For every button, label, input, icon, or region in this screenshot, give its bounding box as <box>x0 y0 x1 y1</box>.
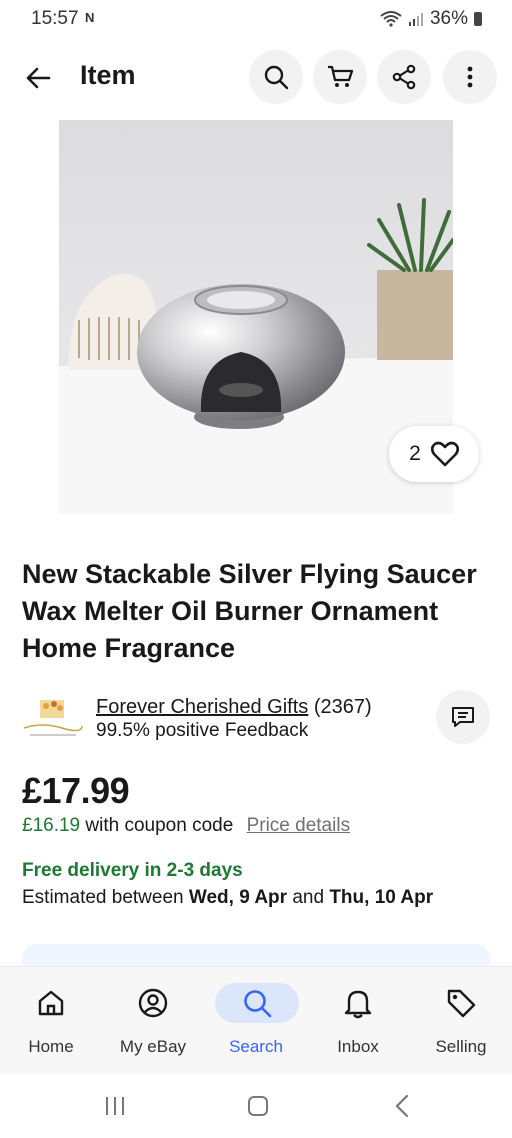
nav-label: Inbox <box>337 1037 379 1056</box>
tag-icon <box>431 983 491 1023</box>
seller-name-link[interactable]: Forever Cherished Gifts <box>96 696 308 718</box>
share-icon <box>392 64 416 90</box>
back-button[interactable] <box>18 58 58 98</box>
system-nav-bar <box>0 1074 512 1138</box>
back-arrow-icon <box>26 67 51 89</box>
home-square-icon <box>248 1096 268 1116</box>
nav-label: My eBay <box>119 1037 187 1056</box>
price-details-link[interactable]: Price details <box>247 815 351 836</box>
home-system-button[interactable] <box>238 1092 278 1120</box>
seller-info[interactable]: Forever Cherished Gifts (2367) 99.5% pos… <box>22 690 492 750</box>
bottom-nav: Home My eBay Search Inbox Selling <box>0 966 512 1075</box>
nav-home[interactable]: Home <box>0 967 102 1075</box>
bell-icon <box>328 983 388 1023</box>
listing-title: New Stackable Silver Flying Saucer Wax M… <box>22 559 477 663</box>
nav-label: Selling <box>435 1037 487 1056</box>
user-icon <box>123 983 183 1023</box>
coupon-price: £16.19 <box>22 815 81 836</box>
coupon-row: £16.19 with coupon code Price details <box>22 815 350 837</box>
estimate-date-from: Wed, 9 Apr <box>188 887 288 908</box>
chevron-left-icon <box>395 1094 409 1118</box>
delivery-estimate: Estimated between Wed, 9 Apr and Thu, 10… <box>22 887 433 909</box>
search-icon <box>215 983 299 1023</box>
notification-icon: N <box>85 10 95 25</box>
recent-apps-button[interactable] <box>95 1092 135 1120</box>
watch-button[interactable]: 2 <box>389 426 479 482</box>
estimate-prefix: Estimated between <box>22 887 184 908</box>
status-right: 36% <box>380 8 482 30</box>
search-icon <box>264 65 289 90</box>
search-button[interactable] <box>249 50 303 104</box>
app-bar: Item <box>0 48 512 106</box>
message-icon <box>452 707 474 727</box>
cart-button[interactable] <box>313 50 367 104</box>
nav-my-ebay[interactable]: My eBay <box>102 967 204 1075</box>
seller-name-row: Forever Cherished Gifts (2367) <box>96 696 372 719</box>
delivery-headline: Free delivery in 2-3 days <box>22 860 243 881</box>
home-icon <box>21 983 81 1023</box>
nav-label: Home <box>28 1037 74 1056</box>
status-time: 15:57 <box>31 8 79 29</box>
status-bar: 15:57 N 36% <box>0 0 512 40</box>
share-button[interactable] <box>377 50 431 104</box>
wifi-icon <box>380 11 402 27</box>
heart-icon <box>430 441 459 467</box>
battery-icon <box>474 12 482 26</box>
estimate-and: and <box>292 887 325 908</box>
watch-count: 2 <box>409 442 421 465</box>
nav-search[interactable]: Search <box>205 967 307 1075</box>
coupon-text: with coupon code <box>85 815 234 836</box>
seller-feedback-count: (2367) <box>313 696 372 718</box>
nav-label: Search <box>229 1037 283 1056</box>
battery-text: 36% <box>429 8 468 29</box>
page-title: Item <box>80 60 136 90</box>
seller-feedback: 99.5% positive Feedback <box>96 720 309 741</box>
contact-seller-button[interactable] <box>436 690 490 744</box>
seller-logo <box>22 698 84 740</box>
back-system-button[interactable] <box>382 1092 422 1120</box>
nav-selling[interactable]: Selling <box>410 967 512 1075</box>
more-button[interactable] <box>443 50 497 104</box>
nav-inbox[interactable]: Inbox <box>307 967 409 1075</box>
recent-apps-icon <box>106 1097 124 1115</box>
signal-icon <box>408 13 423 26</box>
estimate-date-to: Thu, 10 Apr <box>329 887 434 908</box>
cart-icon <box>328 65 354 87</box>
price: £17.99 <box>22 770 130 811</box>
more-vertical-icon <box>467 66 473 88</box>
